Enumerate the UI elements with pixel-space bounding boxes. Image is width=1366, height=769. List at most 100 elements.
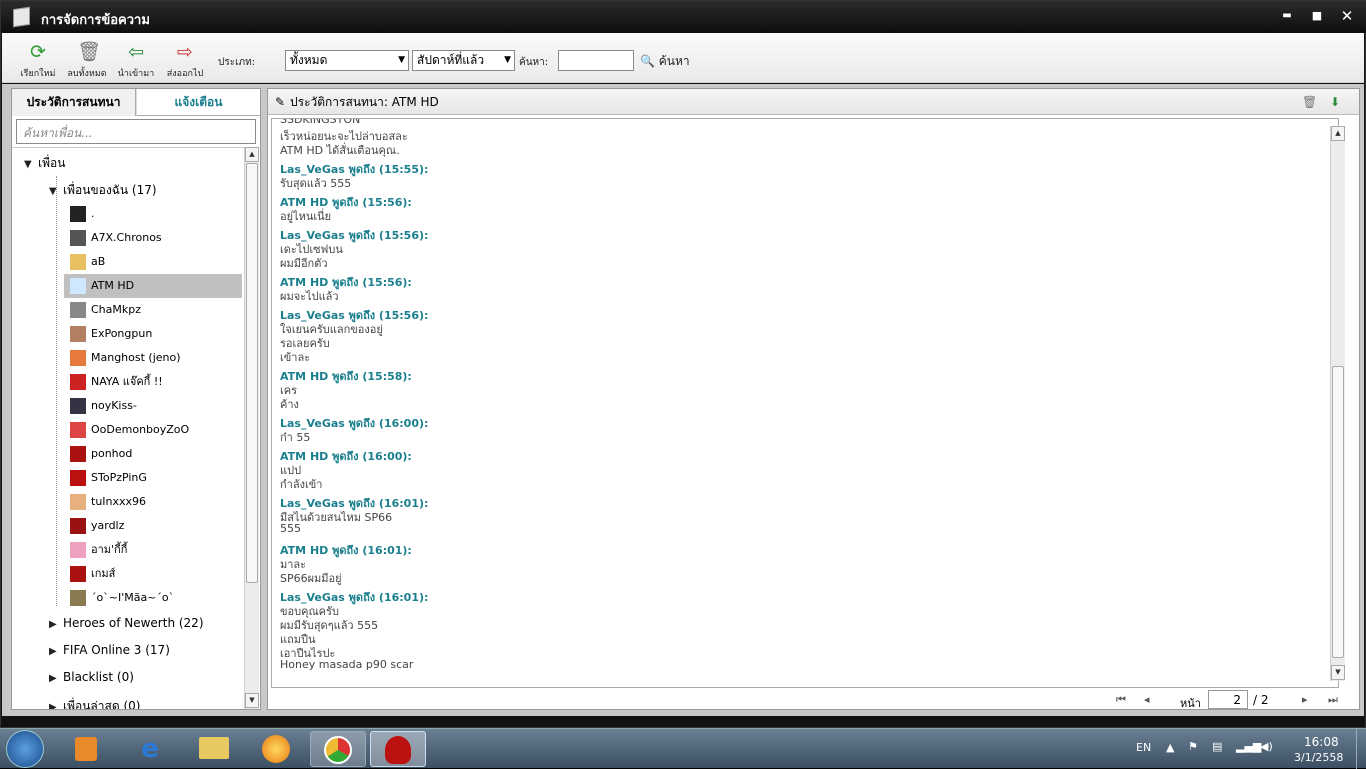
avatar — [70, 446, 86, 462]
clock-time[interactable]: 16:08 — [1304, 735, 1339, 749]
friend-search-input[interactable]: ค้นหาเพื่อน... — [16, 119, 256, 144]
left-tabs: ประวัติการสนทนา แจ้งเตือน — [12, 89, 260, 116]
message-text: ผมจะไปแล้ว — [280, 290, 339, 303]
delete-all-button[interactable]: 🗑 ลบทั้งหมด — [59, 39, 115, 80]
friend-item[interactable]: เกมส์ — [64, 562, 242, 586]
tree-my-friends[interactable]: ▼ เพื่อนของฉัน (17) — [49, 181, 157, 200]
period-select[interactable]: สัปดาห์ที่แล้ว ▼ — [412, 50, 515, 71]
friend-item[interactable]: Manghost (jeno) — [64, 346, 242, 370]
tree-group-label: FIFA Online 3 (17) — [63, 643, 170, 657]
import-button[interactable]: ⇦ นำเข้ามา — [108, 39, 164, 80]
flag-icon[interactable]: ⚑ — [1188, 740, 1198, 753]
edit-icon: ✎ — [275, 95, 286, 109]
minimize-button[interactable]: ▬ — [1275, 5, 1299, 27]
expand-icon: ▼ — [24, 159, 32, 170]
friend-item[interactable]: NAYA แจ๊คกี้ !! — [64, 370, 242, 394]
friend-item[interactable]: ExPongpun — [64, 322, 242, 346]
avatar — [70, 254, 86, 270]
language-indicator[interactable]: EN — [1136, 741, 1151, 754]
first-page-icon[interactable]: ⏮ — [1116, 693, 1126, 707]
media-player-icon[interactable] — [58, 731, 114, 767]
friend-item[interactable]: aB — [64, 250, 242, 274]
avatar — [70, 230, 86, 246]
tree-group[interactable]: ▶ เพื่อนล่าสุด (0) — [49, 697, 140, 709]
friend-item[interactable]: ATM HD — [64, 274, 242, 298]
tree-scroll-thumb[interactable] — [246, 163, 258, 583]
maximize-button[interactable]: ■ — [1305, 5, 1329, 27]
search-input[interactable] — [558, 50, 634, 71]
clock-date[interactable]: 3/1/2558 — [1294, 751, 1343, 764]
start-button[interactable] — [6, 730, 44, 768]
refresh-button[interactable]: ⟳ เรียกใหม่ — [10, 39, 66, 80]
message-text: กำลังเข้า — [280, 478, 323, 491]
tab-history[interactable]: ประวัติการสนทนา — [12, 89, 136, 116]
friend-tree: ▼ เพื่อน ▼ เพื่อนของฉัน (17) . A7X.Chronos a… — [12, 147, 244, 709]
expand-icon: ▶ — [49, 673, 57, 684]
tree-my-friends-label: เพื่อนของฉัน (17) — [63, 183, 157, 197]
close-button[interactable]: ✕ — [1335, 5, 1359, 27]
friend-name: ExPongpun — [91, 327, 153, 340]
scroll-up-icon[interactable]: ▲ — [1331, 126, 1345, 141]
tree-group[interactable]: ▶ Heroes of Newerth (22) — [49, 616, 204, 630]
tree-guide-line — [56, 176, 57, 606]
tree-group[interactable]: ▶ FIFA Online 3 (17) — [49, 643, 170, 657]
right-panel: ✎ ประวัติการสนทนา: ATM HD 🗑 ⬇ SSDKINGSTO… — [267, 88, 1360, 710]
window-title: การจัดการข้อความ — [41, 13, 150, 28]
page-input[interactable]: 2 — [1208, 690, 1248, 709]
left-panel: ประวัติการสนทนา แจ้งเตือน ค้นหาเพื่อน...… — [11, 88, 261, 710]
tree-scrollbar[interactable]: ▲ ▼ — [244, 147, 259, 709]
friend-item[interactable]: yardlz — [64, 514, 242, 538]
network-icon[interactable]: ▂▄▆ — [1236, 740, 1261, 753]
friend-item[interactable]: A7X.Chronos — [64, 226, 242, 250]
tree-root[interactable]: ▼ เพื่อน — [24, 154, 65, 173]
friend-item[interactable]: ChaMkpz — [64, 298, 242, 322]
message-text: รับสุดแล้ว 555 — [280, 177, 352, 190]
game-app-icon[interactable] — [370, 731, 426, 767]
friend-name: ˊoˋ~I'Mãa~ˊoˋ — [91, 591, 175, 604]
message-text: ค้าง — [280, 398, 299, 411]
expand-icon: ▶ — [49, 702, 57, 709]
scroll-up-icon[interactable]: ▲ — [245, 147, 259, 162]
scroll-down-icon[interactable]: ▼ — [245, 693, 259, 708]
friend-name: yardlz — [91, 519, 125, 532]
type-select[interactable]: ทั้งหมด ▼ — [285, 50, 409, 71]
volume-icon[interactable]: ◀) — [1260, 740, 1273, 753]
last-page-icon[interactable]: ⏭ — [1328, 693, 1338, 707]
friend-item[interactable]: tuInxxx96 — [64, 490, 242, 514]
scroll-down-icon[interactable]: ▼ — [1331, 665, 1345, 680]
tree-group[interactable]: ▶ Blacklist (0) — [49, 670, 134, 684]
chat-scroll-thumb[interactable] — [1332, 366, 1344, 658]
friend-item[interactable]: SToPzPinG — [64, 466, 242, 490]
search-label: ค้นหา: — [519, 57, 549, 68]
expand-icon: ▶ — [49, 646, 57, 657]
prev-page-icon[interactable]: ◂ — [1144, 693, 1150, 706]
show-desktop-button[interactable] — [1356, 729, 1366, 769]
search-button[interactable]: 🔍 ค้นหา — [640, 52, 690, 71]
message-sender: ATM HD พูดถึง (15:58): — [280, 370, 412, 383]
avatar — [70, 326, 86, 342]
friend-item[interactable]: OoDemonboyZoO — [64, 418, 242, 442]
friend-item[interactable]: ˊoˋ~I'Mãa~ˊoˋ — [64, 586, 242, 610]
friend-item[interactable]: อาม'กี้กี้ — [64, 538, 242, 562]
chat-scrollbar[interactable]: ▲ ▼ — [1330, 126, 1345, 681]
tray-expand-icon[interactable]: ▲ — [1166, 741, 1174, 754]
save-history-icon[interactable]: ⬇ — [1330, 89, 1340, 115]
messenger-icon[interactable] — [248, 731, 304, 767]
tab-alert[interactable]: แจ้งเตือน — [137, 89, 260, 116]
next-page-icon[interactable]: ▸ — [1302, 693, 1308, 706]
file-explorer-icon[interactable] — [186, 731, 242, 767]
main-area: ประวัติการสนทนา แจ้งเตือน ค้นหาเพื่อน...… — [2, 84, 1364, 716]
friend-item[interactable]: ponhod — [64, 442, 242, 466]
friend-item[interactable]: . — [64, 202, 242, 226]
message-text: อยู่ไหนเนี่ย — [280, 210, 332, 223]
friend-item[interactable]: noyKiss- — [64, 394, 242, 418]
trash-icon[interactable]: 🗑 — [1302, 89, 1317, 115]
export-button[interactable]: ⇨ ส่งออกไป — [157, 39, 213, 80]
friend-name: SToPzPinG — [91, 471, 147, 484]
internet-explorer-icon[interactable]: e — [122, 731, 178, 767]
device-icon[interactable]: ▤ — [1212, 740, 1222, 753]
tree-root-label: เพื่อน — [38, 156, 66, 170]
search-button-label: ค้นหา — [658, 54, 690, 68]
chrome-icon[interactable] — [310, 731, 366, 767]
refresh-label: เรียกใหม่ — [20, 69, 56, 79]
